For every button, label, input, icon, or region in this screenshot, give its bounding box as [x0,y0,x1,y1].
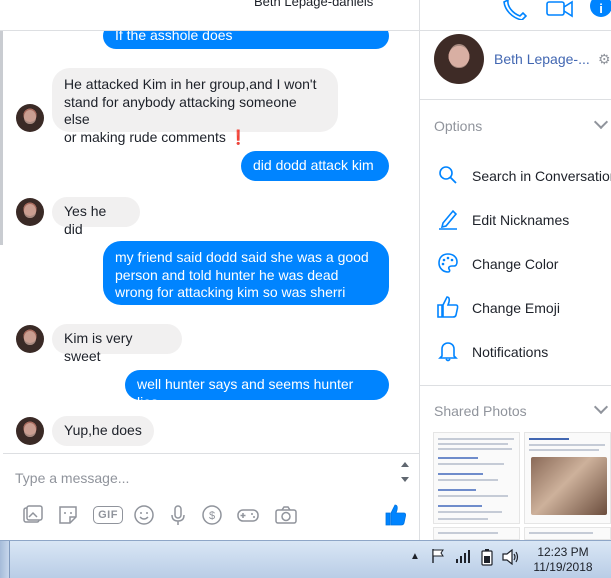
system-clock[interactable]: 12:23 PM 11/19/2018 [528,545,598,575]
message-bubble-outgoing: did dodd attack kim [241,151,389,181]
contact-avatar[interactable] [16,104,44,132]
network-signal-icon[interactable] [455,549,471,566]
shared-photo-thumbnail[interactable] [524,432,611,524]
option-change-color[interactable]: Change Color [420,243,611,287]
option-label: Change Color [472,256,559,272]
option-label: Change Emoji [472,300,560,316]
message-list[interactable]: If the asshole does He attacked Kim in h… [3,31,419,453]
message-text: He attacked Kim in her group,and I won't… [64,76,317,145]
option-label: Edit Nicknames [472,212,570,228]
message-text: my friend said dodd said she was a good … [115,249,369,300]
message-text: well hunter says and seems hunter lies [137,376,354,410]
message-bubble-incoming: Kim is very sweet [52,324,182,364]
message-bubble-outgoing: my friend said dodd said she was a good … [103,241,389,305]
phone-icon[interactable] [503,0,529,21]
contact-avatar[interactable] [16,198,44,226]
message-bubble-outgoing: If the asshole does [103,31,389,49]
conversation-title: Beth Lepage-daniels [254,0,374,9]
taskbar-edge [0,541,10,578]
shared-photo-thumbnail[interactable] [433,527,520,540]
profile-avatar[interactable] [434,34,484,84]
message-text: Yup,he does [64,422,142,438]
game-icon[interactable] [235,502,261,528]
video-call-icon[interactable] [546,0,573,20]
search-icon [436,163,460,187]
message-text: Kim is very sweet [64,330,133,364]
clock-date: 11/19/2018 [533,560,593,574]
bell-icon [436,339,460,363]
gif-icon[interactable]: GIF [93,502,123,528]
option-change-emoji[interactable]: Change Emoji [420,287,611,331]
conversation-header: Beth Lepage-daniels i [0,0,611,31]
flag-icon[interactable] [430,548,446,567]
battery-icon[interactable] [480,548,494,569]
option-label: Notifications [472,344,549,360]
message-input[interactable] [15,470,385,486]
emoji-icon[interactable] [131,502,157,528]
option-edit-nicknames[interactable]: Edit Nicknames [420,199,611,243]
option-label: Search in Conversation [472,168,611,184]
windows-taskbar: ▲ 12:23 PM 11/19/2018 [0,540,611,578]
messenger-window: Beth Lepage-daniels i If the asshole doe… [0,0,611,578]
message-bubble-incoming: Yes he did [52,197,140,237]
message-bubble-incoming: He attacked Kim in her group,and I won't… [52,68,338,145]
clock-time: 12:23 PM [537,545,589,559]
shared-photo-thumbnail[interactable] [433,432,520,524]
message-text: did dodd attack kim [253,157,374,173]
svg-text:i: i [599,1,603,16]
pencil-icon [436,207,460,231]
conversation-details-panel: Beth Lepage-... ⚙ Options Search in Conv… [420,31,611,540]
profile-name[interactable]: Beth Lepage-... [494,51,590,67]
microphone-icon[interactable] [165,502,191,528]
gear-icon[interactable]: ⚙ [598,51,611,68]
divider [420,385,611,386]
chevron-down-icon[interactable] [593,399,609,415]
sticker-icon[interactable] [55,502,81,528]
volume-icon[interactable] [502,548,520,568]
contact-avatar[interactable] [16,325,44,353]
image-icon[interactable] [19,502,45,528]
svg-text:$: $ [209,510,215,522]
camera-icon[interactable] [273,502,299,528]
palette-icon [436,251,460,275]
gif-label: GIF [93,506,123,524]
info-icon[interactable]: i [590,0,611,20]
exclamation-emoji: ❗ [229,128,248,145]
message-text: If the asshole does [115,31,233,43]
payment-icon[interactable]: $ [199,502,225,528]
option-notifications[interactable]: Notifications [420,331,611,375]
message-composer: GIF $ [3,453,419,540]
thumbs-up-icon[interactable] [383,502,409,528]
message-text: Yes he did [64,203,107,237]
divider [420,99,611,100]
contact-avatar[interactable] [16,417,44,445]
shared-photo-thumbnail[interactable] [524,527,611,540]
options-title[interactable]: Options [434,118,482,134]
option-search-in-conversation[interactable]: Search in Conversation [420,155,611,199]
show-hidden-icons-icon[interactable]: ▲ [410,551,420,562]
chevron-down-icon[interactable] [593,114,609,130]
message-bubble-incoming: Yup,he does [52,416,154,446]
thumbs-up-icon [436,295,460,319]
composer-scroll[interactable] [399,458,411,488]
shared-photos-title[interactable]: Shared Photos [434,403,527,419]
message-bubble-outgoing: well hunter says and seems hunter lies [125,370,389,410]
